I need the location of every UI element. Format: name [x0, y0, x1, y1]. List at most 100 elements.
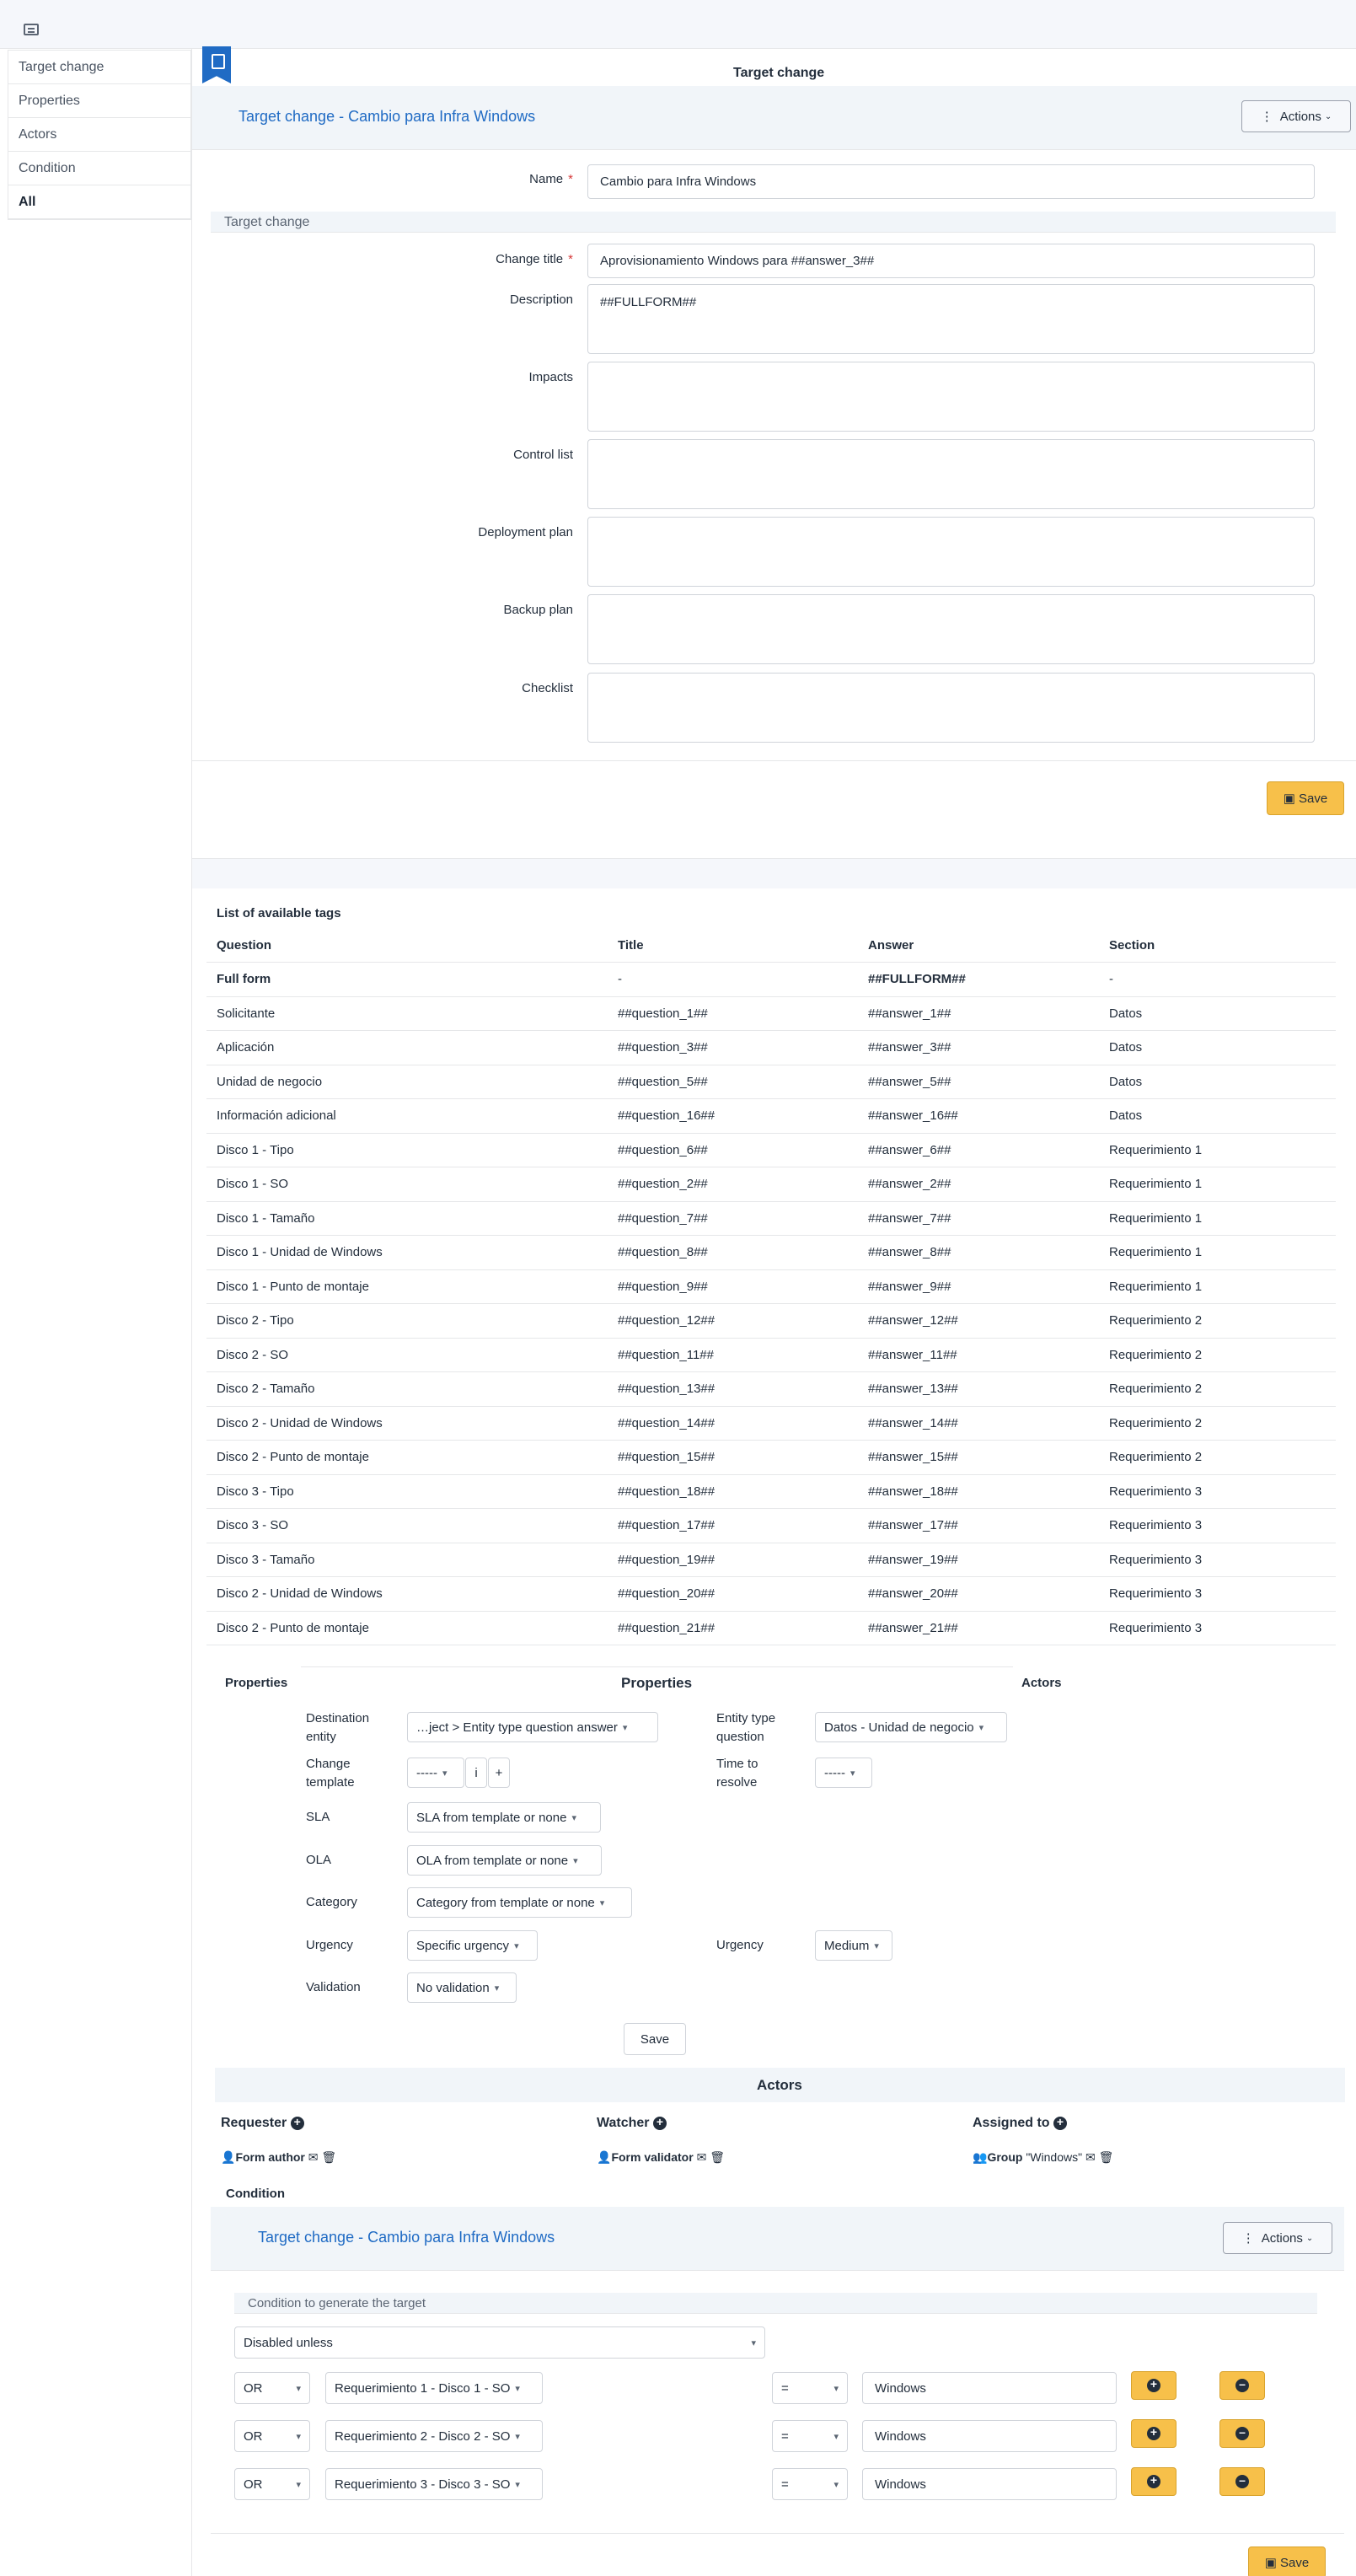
actors-title: Actors — [757, 2077, 802, 2093]
condition-operator-select[interactable]: = — [772, 2420, 848, 2452]
table-row: Disco 3 - Tamaño ##question_19## ##answer_… — [206, 1543, 1336, 1577]
mail-icon[interactable]: ✉ — [1085, 2150, 1096, 2164]
condition-logic-select[interactable]: OR — [234, 2420, 310, 2452]
trash-icon[interactable]: 🗑 — [321, 2150, 336, 2164]
add-template-icon[interactable]: + — [488, 1758, 510, 1788]
ola-select[interactable]: OLA from template or none — [407, 1845, 602, 1876]
nav-item-condition[interactable]: Condition — [8, 152, 190, 185]
condition-title-link[interactable]: Target change - Cambio para Infra Window… — [258, 2229, 555, 2246]
condition-value-input[interactable]: Windows — [862, 2372, 1117, 2404]
table-cell: ##question_18## — [608, 1474, 858, 1509]
change-title-input[interactable]: Aprovisionamiento Windows para ##answer_… — [587, 244, 1315, 278]
condition-value-input[interactable]: Windows — [862, 2420, 1117, 2452]
table-cell: Requerimiento 3 — [1099, 1474, 1336, 1509]
table-cell: Disco 2 - Tipo — [206, 1303, 608, 1339]
properties-title: Properties — [621, 1675, 693, 1691]
control-list-textarea[interactable] — [587, 439, 1315, 509]
validation-select[interactable]: No validation — [407, 1972, 517, 2003]
column-header: Title — [608, 928, 858, 963]
trash-icon[interactable]: 🗑 — [710, 2150, 725, 2164]
time-to-resolve-label: Time to resolve — [716, 1757, 758, 1790]
table-cell: ##question_21## — [608, 1611, 858, 1645]
table-cell: ##answer_21## — [858, 1611, 1099, 1645]
condition-actions-button[interactable]: ⋮ Actions ⌄ — [1223, 2222, 1332, 2254]
table-cell: Unidad de negocio — [206, 1065, 608, 1099]
sla-select[interactable]: SLA from template or none — [407, 1802, 601, 1833]
deployment-plan-label: Deployment plan — [478, 525, 573, 539]
add-condition-button[interactable] — [1131, 2371, 1176, 2400]
add-assigned-icon[interactable] — [1053, 2115, 1068, 2130]
section-target-change: Target change — [211, 212, 1336, 233]
mail-icon[interactable]: ✉ — [697, 2150, 707, 2164]
save-button[interactable]: ▣ Save — [1267, 781, 1344, 815]
condition-save-button[interactable]: ▣ Save — [1248, 2546, 1326, 2576]
urgency-select[interactable]: Specific urgency — [407, 1930, 538, 1961]
condition-operator-select[interactable]: = — [772, 2468, 848, 2500]
category-label: Category — [306, 1895, 357, 1909]
table-cell: Datos — [1099, 1098, 1336, 1134]
minus-icon — [1235, 2473, 1249, 2488]
checklist-textarea[interactable] — [587, 673, 1315, 743]
properties-tab[interactable]: Properties — [225, 1676, 287, 1690]
table-cell: Requerimiento 2 — [1099, 1303, 1336, 1339]
table-row: Unidad de negocio ##question_5## ##answer_… — [206, 1065, 1336, 1099]
tags-title: List of available tags — [217, 906, 341, 920]
table-cell: Disco 3 - Tipo — [206, 1474, 608, 1509]
add-requester-icon[interactable] — [290, 2115, 304, 2130]
remove-condition-button[interactable] — [1219, 2467, 1265, 2496]
description-textarea[interactable]: ##FULLFORM## — [587, 284, 1315, 354]
remove-condition-button[interactable] — [1219, 2419, 1265, 2448]
table-cell: ##answer_5## — [858, 1065, 1099, 1099]
impacts-textarea[interactable] — [587, 362, 1315, 432]
user-icon: 👤 — [597, 2150, 612, 2164]
actions-button[interactable]: ⋮ Actions ⌄ — [1241, 100, 1351, 132]
name-input[interactable]: Cambio para Infra Windows — [587, 164, 1315, 199]
backup-plan-textarea[interactable] — [587, 594, 1315, 664]
change-template-select[interactable]: ----- — [407, 1758, 464, 1788]
properties-save-button[interactable]: Save — [624, 2023, 686, 2055]
nav-item-all[interactable]: All — [8, 185, 190, 219]
condition-field-select[interactable]: Requerimiento 1 - Disco 1 - SO — [325, 2372, 543, 2404]
info-icon[interactable]: i — [465, 1758, 487, 1788]
condition-operator-select[interactable]: = — [772, 2372, 848, 2404]
nav-item-target-change[interactable]: Target change — [8, 51, 190, 84]
table-cell: ##question_3## — [608, 1030, 858, 1065]
nav-item-properties[interactable]: Properties — [8, 84, 190, 118]
table-row: Información adicional ##question_16## ##an… — [206, 1098, 1336, 1134]
target-title-link[interactable]: Target change - Cambio para Infra Window… — [239, 108, 535, 126]
deployment-plan-textarea[interactable] — [587, 517, 1315, 587]
table-cell: ##question_17## — [608, 1508, 858, 1543]
table-cell: Requerimiento 3 — [1099, 1611, 1336, 1645]
table-cell: Requerimiento 1 — [1099, 1269, 1336, 1304]
table-cell: ##question_19## — [608, 1543, 858, 1577]
actors-tab[interactable]: Actors — [1021, 1676, 1062, 1690]
time-to-resolve-select[interactable]: ----- — [815, 1758, 872, 1788]
entity-type-question-select[interactable]: Datos - Unidad de negocio — [815, 1712, 1007, 1742]
mail-icon[interactable]: ✉ — [308, 2150, 319, 2164]
add-condition-button[interactable] — [1131, 2419, 1176, 2448]
table-row: Disco 2 - SO ##question_11## ##answer_11##… — [206, 1338, 1336, 1372]
urgency-value-select[interactable]: Medium — [815, 1930, 892, 1961]
condition-field-select[interactable]: Requerimiento 3 - Disco 3 - SO — [325, 2468, 543, 2500]
condition-mode-select[interactable]: Disabled unless — [234, 2326, 765, 2359]
column-header: Question — [206, 928, 608, 963]
condition-value-input[interactable]: Windows — [862, 2468, 1117, 2500]
condition-logic-select[interactable]: OR — [234, 2468, 310, 2500]
assigned-value: "Windows" — [1026, 2150, 1083, 2164]
category-select[interactable]: Category from template or none — [407, 1887, 632, 1918]
menu-toggle-icon[interactable] — [24, 24, 39, 35]
remove-condition-button[interactable] — [1219, 2371, 1265, 2400]
table-row: Disco 2 - Unidad de Windows ##question_20… — [206, 1576, 1336, 1612]
add-condition-button[interactable] — [1131, 2467, 1176, 2496]
entity-type-question-label: Entity type question — [716, 1711, 776, 1744]
condition-field-select[interactable]: Requerimiento 2 - Disco 2 - SO — [325, 2420, 543, 2452]
table-row: Disco 1 - Unidad de Windows ##question_8#… — [206, 1235, 1336, 1270]
condition-tab[interactable]: Condition — [226, 2187, 285, 2201]
condition-logic-select[interactable]: OR — [234, 2372, 310, 2404]
table-cell: Full form — [206, 962, 608, 997]
destination-entity-select[interactable]: …ject > Entity type question answer — [407, 1712, 658, 1742]
watcher-item: 👤Form validator ✉ 🗑 — [597, 2150, 725, 2165]
nav-item-actors[interactable]: Actors — [8, 118, 190, 152]
add-watcher-icon[interactable] — [652, 2115, 667, 2130]
trash-icon[interactable]: 🗑 — [1099, 2150, 1114, 2164]
